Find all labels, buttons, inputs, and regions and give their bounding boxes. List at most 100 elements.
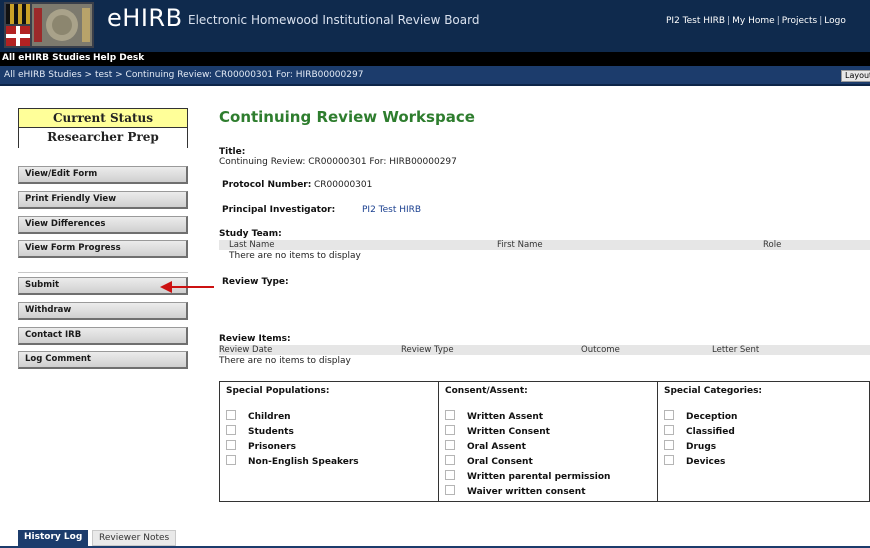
column-header[interactable]: Outcome	[581, 345, 620, 355]
current-status-box: Current Status Researcher Prep	[18, 108, 188, 148]
deception-checkbox[interactable]	[664, 410, 674, 420]
withdraw-button[interactable]: Withdraw	[18, 302, 188, 320]
breadcrumb-current: Continuing Review: CR00000301 For: HIRB0…	[125, 70, 364, 80]
projects-link[interactable]: Projects	[782, 16, 817, 26]
view-differences-button[interactable]: View Differences	[18, 216, 188, 234]
logout-link[interactable]: Logo	[824, 16, 846, 26]
checkbox-label: Children	[248, 412, 291, 422]
column-header[interactable]: First Name	[497, 240, 543, 250]
checkbox-row: Prisoners	[226, 440, 296, 452]
written-parental-permission-checkbox[interactable]	[445, 470, 455, 480]
checkbox-row: Written Consent	[445, 425, 550, 437]
special-table: Special Populations: Children Students P…	[219, 381, 870, 502]
study-team-header: Last Name First Name Role	[219, 240, 870, 250]
checkbox-label: Prisoners	[248, 442, 296, 452]
children-checkbox[interactable]	[226, 410, 236, 420]
divider	[18, 272, 188, 273]
checkbox-label: Drugs	[686, 442, 717, 452]
layout-button[interactable]: Layout	[841, 70, 870, 82]
classified-checkbox[interactable]	[664, 425, 674, 435]
checkbox-label: Oral Consent	[467, 457, 533, 467]
checkbox-label: Students	[248, 427, 294, 437]
breadcrumb-bar: All eHIRB Studies > test > Continuing Re…	[0, 66, 870, 86]
tab-reviewer-notes[interactable]: Reviewer Notes	[92, 530, 177, 546]
app-header: eHIRB Electronic Homewood Institutional …	[0, 0, 870, 52]
consent-assent-header: Consent/Assent:	[445, 386, 528, 396]
red-arrow-icon	[160, 281, 214, 293]
oral-consent-checkbox[interactable]	[445, 455, 455, 465]
tab-history-log[interactable]: History Log	[18, 530, 89, 546]
review-items-label: Review Items:	[219, 334, 291, 344]
prisoners-checkbox[interactable]	[226, 440, 236, 450]
breadcrumb-study[interactable]: test	[95, 70, 112, 80]
checkbox-row: Waiver written consent	[445, 485, 586, 497]
status-label: Current Status	[19, 109, 187, 128]
column-header[interactable]: Role	[763, 240, 781, 250]
nav-all-studies[interactable]: All eHIRB Studies	[2, 53, 90, 63]
top-links: PI2 Test HIRB | My Home | Projects | Logo	[666, 16, 846, 26]
contact-irb-button[interactable]: Contact IRB	[18, 327, 188, 345]
view-edit-form-button[interactable]: View/Edit Form	[18, 166, 188, 184]
checkbox-row: Drugs	[664, 440, 716, 452]
waiver-written-consent-checkbox[interactable]	[445, 485, 455, 495]
checkbox-label: Written parental permission	[467, 472, 611, 482]
view-form-progress-button[interactable]: View Form Progress	[18, 240, 188, 258]
breadcrumb-separator: >	[84, 70, 93, 80]
checkbox-label: Written Assent	[467, 412, 544, 422]
checkbox-row: Written Assent	[445, 410, 543, 422]
written-assent-checkbox[interactable]	[445, 410, 455, 420]
checkbox-label: Devices	[686, 457, 726, 467]
review-items-empty: There are no items to display	[219, 356, 351, 366]
study-team-empty: There are no items to display	[229, 251, 361, 261]
study-team-label: Study Team:	[219, 229, 282, 239]
checkbox-label: Oral Assent	[467, 442, 526, 452]
students-checkbox[interactable]	[226, 425, 236, 435]
column-header[interactable]: Review Type	[401, 345, 454, 355]
my-home-link[interactable]: My Home	[732, 16, 775, 26]
breadcrumb-separator: >	[115, 70, 123, 80]
special-populations-column: Special Populations: Children Students P…	[220, 382, 438, 501]
checkbox-row: Deception	[664, 410, 737, 422]
column-header[interactable]: Last Name	[229, 240, 274, 250]
title-label: Title:	[219, 147, 246, 157]
non-english-speakers-checkbox[interactable]	[226, 455, 236, 465]
app-logo: eHIRB	[107, 4, 183, 32]
print-friendly-view-button[interactable]: Print Friendly View	[18, 191, 188, 209]
title-value: Continuing Review: CR00000301 For: HIRB0…	[219, 157, 457, 167]
status-value: Researcher Prep	[19, 128, 187, 148]
checkbox-row: Students	[226, 425, 294, 437]
checkbox-label: Classified	[686, 427, 735, 437]
column-header[interactable]: Letter Sent	[712, 345, 759, 355]
special-populations-header: Special Populations:	[226, 386, 330, 396]
drugs-checkbox[interactable]	[664, 440, 674, 450]
checkbox-label: Written Consent	[467, 427, 550, 437]
checkbox-label: Waiver written consent	[467, 487, 586, 497]
workspace-title: Continuing Review Workspace	[219, 108, 475, 126]
column-header[interactable]: Review Date	[219, 345, 272, 355]
log-comment-button[interactable]: Log Comment	[18, 351, 188, 369]
principal-investigator-value[interactable]: PI2 Test HIRB	[362, 205, 421, 215]
devices-checkbox[interactable]	[664, 455, 674, 465]
review-type-label: Review Type:	[222, 277, 289, 287]
breadcrumb-all-studies[interactable]: All eHIRB Studies	[4, 70, 82, 80]
consent-assent-column: Consent/Assent: Written Assent Written C…	[438, 382, 657, 501]
oral-assent-checkbox[interactable]	[445, 440, 455, 450]
user-name-link[interactable]: PI2 Test HIRB	[666, 16, 725, 26]
principal-investigator-label: Principal Investigator:	[222, 205, 336, 215]
written-consent-checkbox[interactable]	[445, 425, 455, 435]
checkbox-label: Non-English Speakers	[248, 457, 359, 467]
checkbox-label: Deception	[686, 412, 738, 422]
review-items-header: Review Date Review Type Outcome Letter S…	[219, 345, 870, 355]
nav-help-desk[interactable]: Help Desk	[93, 53, 144, 63]
checkbox-row: Children	[226, 410, 291, 422]
protocol-number-value: CR00000301	[314, 180, 373, 190]
checkbox-row: Classified	[664, 425, 735, 437]
checkbox-row: Oral Consent	[445, 455, 533, 467]
checkbox-row: Oral Assent	[445, 440, 526, 452]
special-categories-column: Special Categories: Deception Classified…	[657, 382, 869, 501]
maryland-flag-crest-icon	[4, 2, 94, 48]
main-nav: All eHIRB Studies Help Desk	[0, 52, 870, 66]
checkbox-row: Non-English Speakers	[226, 455, 359, 467]
checkbox-row: Written parental permission	[445, 470, 610, 482]
protocol-number-label: Protocol Number:	[222, 180, 312, 190]
